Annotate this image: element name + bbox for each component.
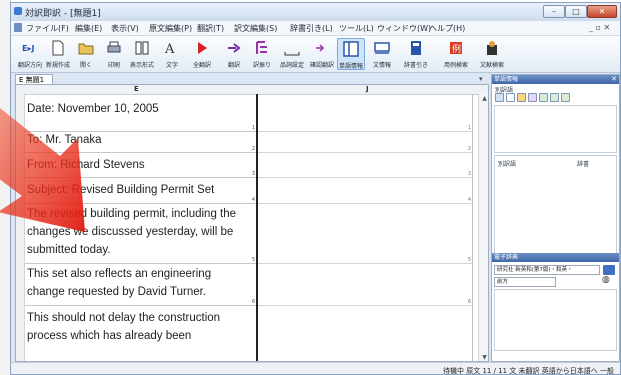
target-segment[interactable]: 6 <box>258 263 472 306</box>
menu-dictionary[interactable]: 辞書引き(L) <box>290 23 333 34</box>
alternate-translation-list[interactable]: 別訳語 辞書 <box>494 155 617 257</box>
new-doc-icon <box>52 40 64 56</box>
toolbar-new-button[interactable]: 新規作成 <box>45 38 71 70</box>
menu-bar: ファイル(F) 編集(E) 表示(V) 原文編集(P) 翻訳(T) 訳文編集(S… <box>11 21 620 36</box>
panel-icon-search[interactable] <box>506 93 515 102</box>
svg-text:例: 例 <box>452 43 461 55</box>
dictionary-select[interactable]: 研究社 新英和(第7版)・和英・ <box>494 265 600 275</box>
maximize-button[interactable]: □ <box>565 5 587 18</box>
panel-icon-tree[interactable] <box>495 93 504 102</box>
menu-view[interactable]: 表示(V) <box>111 23 139 34</box>
menu-translate[interactable]: 翻訳(T) <box>197 23 224 34</box>
close-button[interactable]: ✕ <box>587 5 617 18</box>
panel-title: 単語情報 <box>492 75 619 84</box>
toolbar-font-button[interactable]: A 文字 <box>161 38 183 70</box>
scroll-up-icon[interactable]: ▲ <box>479 94 488 104</box>
print-icon <box>107 41 121 53</box>
word-info-icon <box>343 41 359 57</box>
target-segment[interactable]: 2 <box>258 131 472 153</box>
menu-tools[interactable]: ツール(L) <box>339 23 374 34</box>
source-segment[interactable]: This should not delay the construction p… <box>25 305 256 361</box>
menu-help[interactable]: ヘルプ(H) <box>429 23 465 34</box>
view-icon <box>135 41 149 55</box>
title-bar: 対訳即訳 - [無題1] – □ ✕ <box>11 3 620 21</box>
status-text: 待機中 原文 11 / 11 文 未翻訳 英語から日本語へ 一般 <box>443 367 614 375</box>
menu-window[interactable]: ウィンドウ(W) <box>377 23 431 34</box>
target-segment[interactable]: 5 <box>258 203 472 264</box>
source-segment[interactable]: This set also reflects an engineering ch… <box>25 263 256 306</box>
example-search-icon: 例 <box>450 42 462 55</box>
svg-text:E▸J: E▸J <box>22 44 34 53</box>
menu-target-edit[interactable]: 訳文編集(S) <box>234 23 277 34</box>
doc-menu-icon[interactable] <box>14 23 22 32</box>
word-info-panel: 単語情報 ✕ 別訳語 別訳語 辞書 電子辞典 研究社 新英和(第7版)・和英・ … <box>491 74 620 362</box>
status-bar: 待機中 原文 11 / 11 文 未翻訳 英語から日本語へ 一般 <box>11 362 620 375</box>
document-close-icon[interactable]: ▾ <box>479 75 483 83</box>
toolbar-word-info-button[interactable]: 単語情報 <box>337 38 365 70</box>
dictionary-result-area[interactable] <box>494 289 617 351</box>
source-segment[interactable]: Date: November 10, 2005 1 <box>25 94 256 132</box>
menu-file[interactable]: ファイル(F) <box>26 23 69 34</box>
panel-icon-link[interactable] <box>539 93 548 102</box>
target-column-letter: J <box>366 85 369 93</box>
source-segment[interactable]: The revised building permit, including t… <box>25 203 256 264</box>
toolbar: E▸J 翻訳方向 新規作成 開く 印刷 表示形式 A 文字 全翻訳 翻訳 訳振り… <box>11 36 620 73</box>
toolbar-literature-button[interactable]: 文献検索 <box>479 38 505 70</box>
open-icon <box>78 43 94 55</box>
furigana-icon <box>256 41 267 54</box>
app-window: 対訳即訳 - [無題1] – □ ✕ ファイル(F) 編集(E) 表示(V) 原… <box>10 2 621 375</box>
toolbar-sentence-info-button[interactable]: 文情報 <box>369 38 395 70</box>
toolbar-pos-button[interactable]: 品詞設定 <box>279 38 305 70</box>
panel-icon-edit[interactable] <box>528 93 537 102</box>
panel-icon-add[interactable] <box>550 93 559 102</box>
target-segment[interactable]: 4 <box>258 177 472 204</box>
toolbar-furigana-button[interactable]: 訳振り <box>251 38 273 70</box>
dictionary-book-icon[interactable] <box>603 265 615 275</box>
toolbar-open-button[interactable]: 開く <box>75 38 97 70</box>
source-segment[interactable]: From: Richard Stevens 3 <box>25 152 256 178</box>
translation-editor: E J Date: November 10, 2005 1 To: Mr. Ta… <box>15 84 489 362</box>
target-segment[interactable]: 3 <box>258 152 472 178</box>
dictionary-icon <box>411 41 421 55</box>
line-gutter <box>16 94 25 361</box>
panel-icon-remove[interactable] <box>561 93 570 102</box>
document-tab[interactable]: E 無題1 <box>15 74 53 84</box>
candidate-area <box>494 105 617 153</box>
confirm-icon <box>316 44 325 52</box>
toolbar-view-button[interactable]: 表示形式 <box>129 38 155 70</box>
pos-icon <box>284 52 300 56</box>
source-segment[interactable]: Subject: Revised Building Permit Set 4 <box>25 177 256 204</box>
dictionary-panel-title: 電子辞典 <box>492 253 619 262</box>
sentence-info-icon <box>374 42 390 54</box>
source-column-letter: E <box>134 85 139 93</box>
direction-icon: E▸J <box>22 44 34 53</box>
literature-icon <box>487 41 497 55</box>
scroll-down-icon[interactable]: ▼ <box>479 353 488 361</box>
toolbar-print-button[interactable]: 印刷 <box>103 38 125 70</box>
target-column-edge <box>472 94 473 361</box>
toolbar-translate-all-button[interactable]: 全翻訳 <box>191 38 213 70</box>
font-icon: A <box>164 42 175 56</box>
toolbar-dictionary-button[interactable]: 辞書引き <box>403 38 429 70</box>
menu-source-edit[interactable]: 原文編集(P) <box>149 23 192 34</box>
mdi-controls[interactable]: _ ▫ ✕ <box>589 23 610 32</box>
minimize-button[interactable]: – <box>543 5 565 18</box>
menu-edit[interactable]: 編集(E) <box>75 23 102 34</box>
panel-close-icon[interactable]: ✕ <box>611 75 617 84</box>
translate-icon <box>228 43 241 53</box>
toolbar-example-search-button[interactable]: 例 用例検索 <box>443 38 469 70</box>
panel-icon-folder[interactable] <box>517 93 526 102</box>
target-segment[interactable]: 1 <box>258 94 472 132</box>
source-segment[interactable]: To: Mr. Tanaka 2 <box>25 131 256 153</box>
app-icon <box>14 7 22 15</box>
window-title: 対訳即訳 - [無題1] <box>25 9 101 19</box>
toolbar-translate-button[interactable]: 翻訳 <box>223 38 245 70</box>
match-direction-select[interactable]: 前方 <box>494 277 556 287</box>
svg-text:A: A <box>164 42 175 56</box>
vertical-scrollbar[interactable]: ▲ ▼ <box>478 94 488 361</box>
binoculars-icon[interactable]: ◍ <box>602 275 610 285</box>
translate-all-icon <box>198 42 207 54</box>
